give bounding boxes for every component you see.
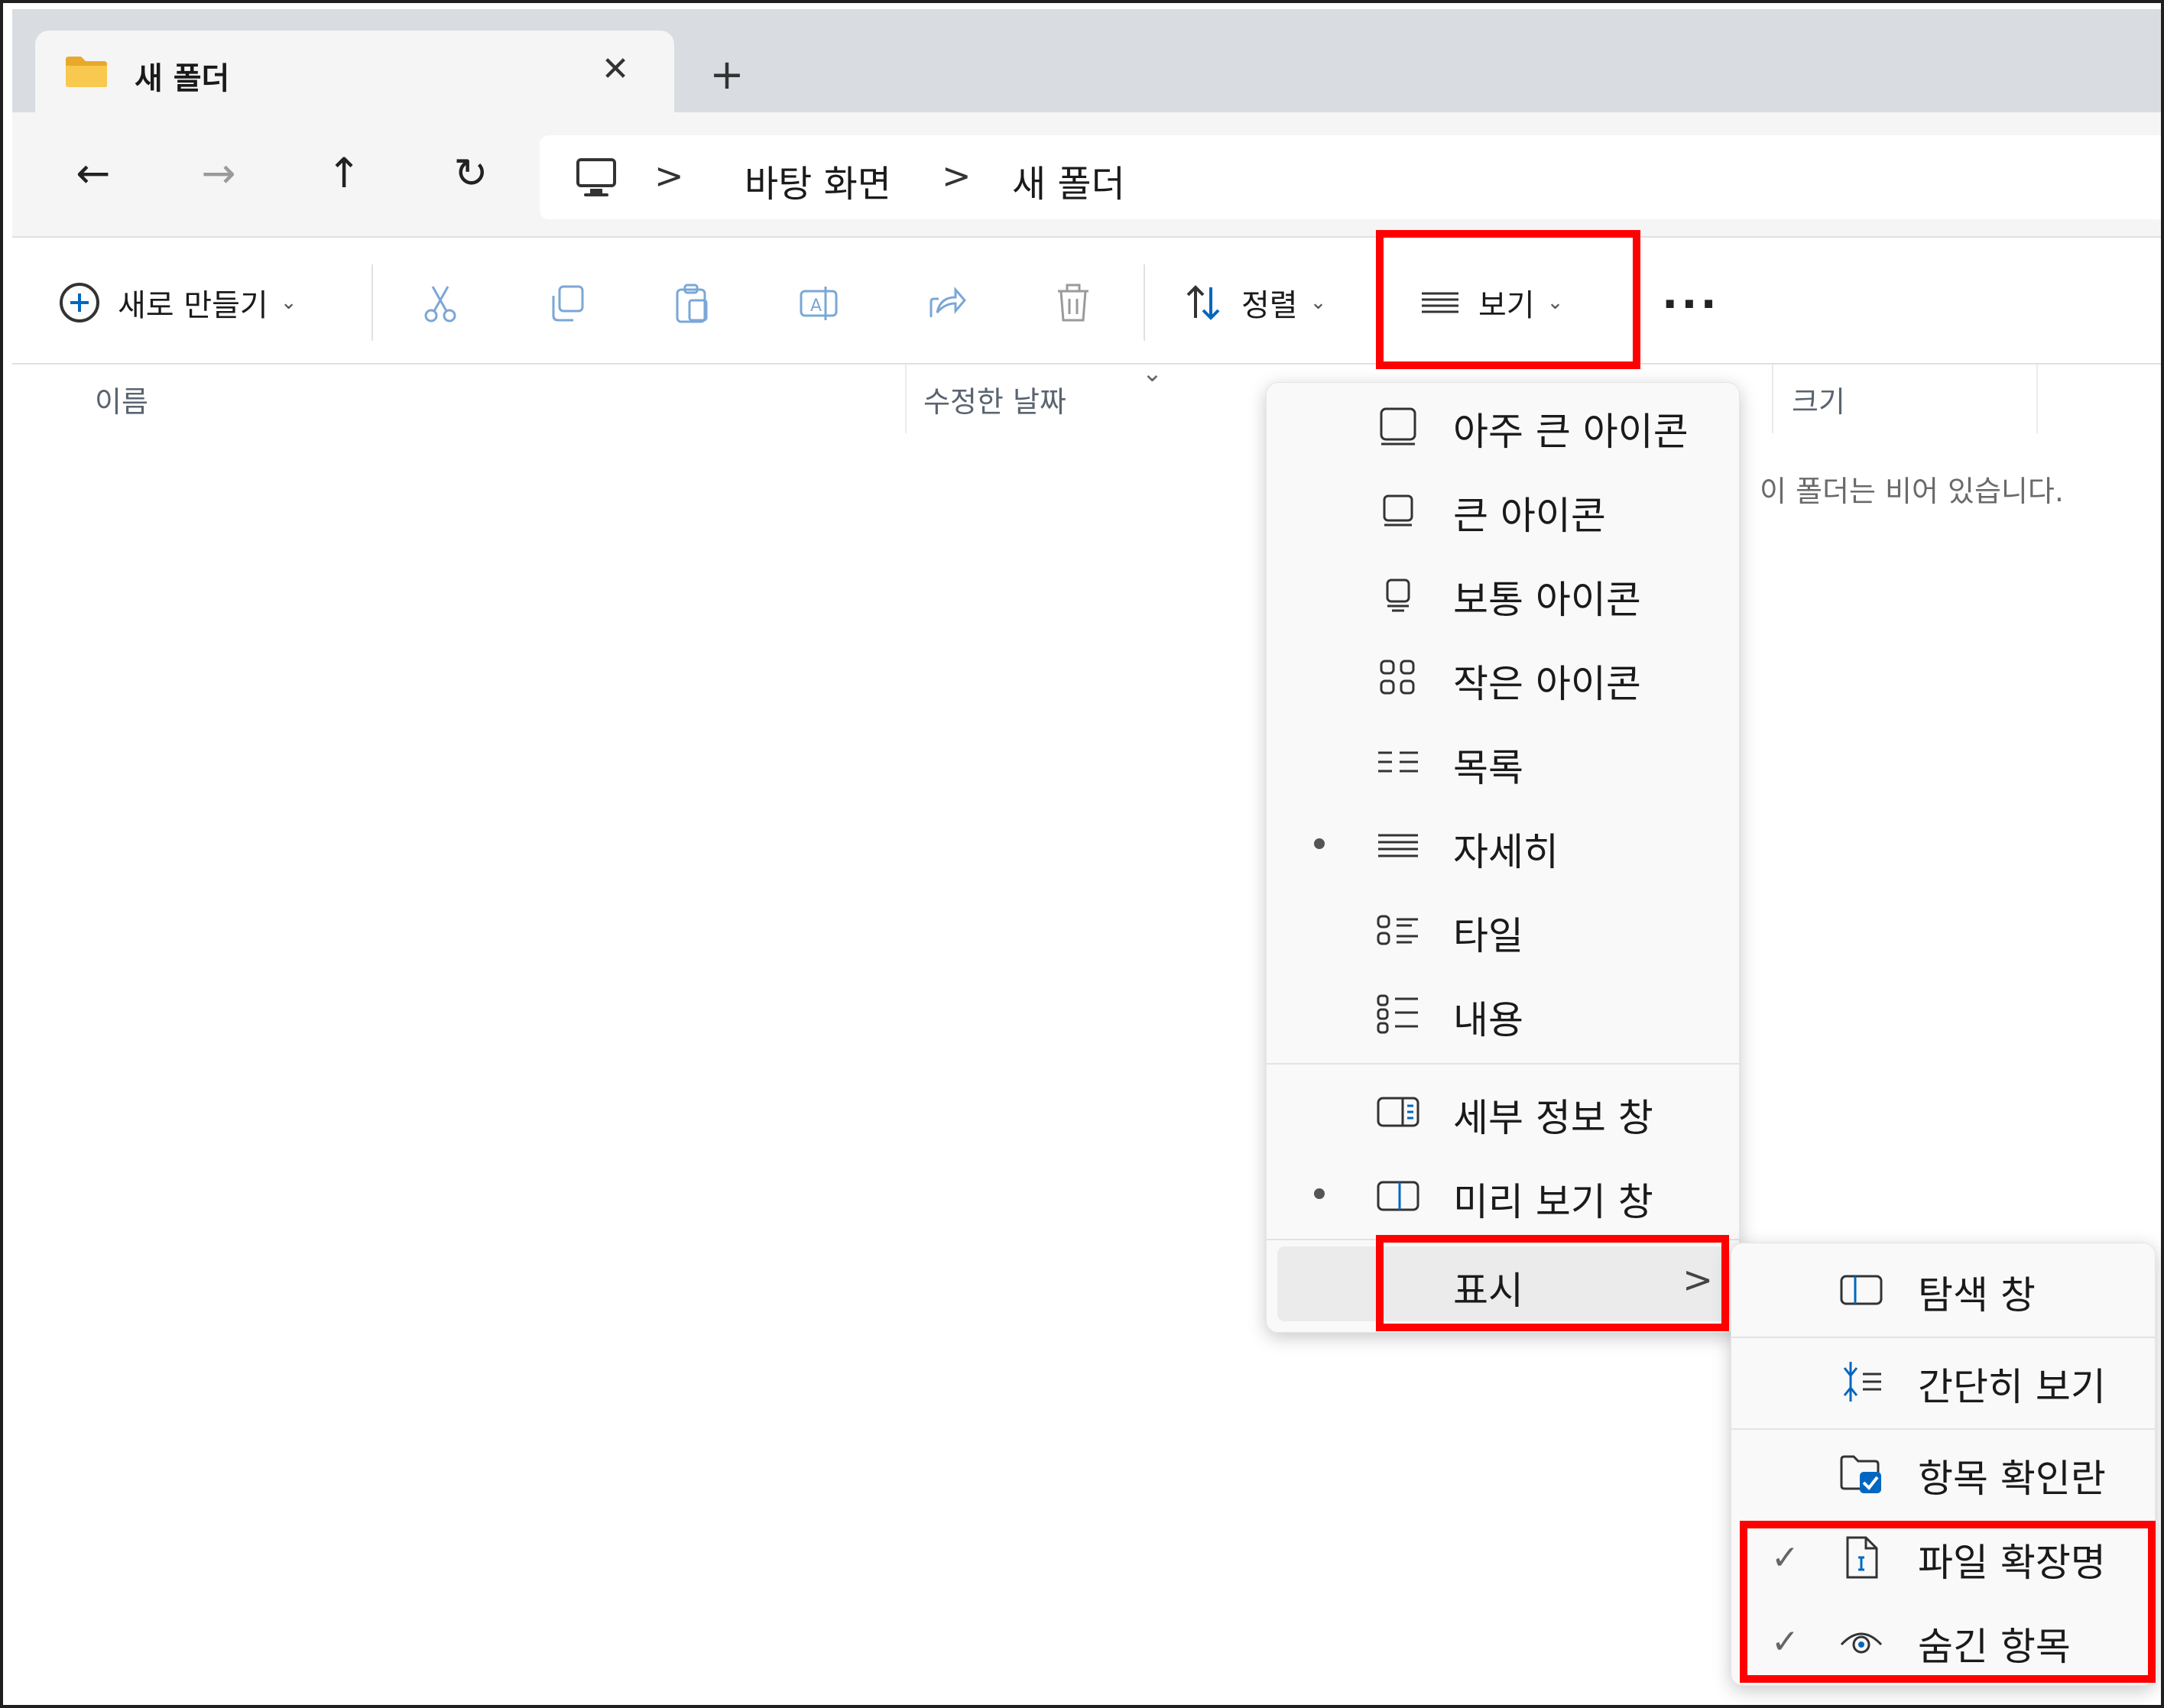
highlight-view-button	[1376, 230, 1640, 369]
column-divider[interactable]	[1772, 365, 1773, 433]
new-tab-button[interactable]: +	[704, 52, 750, 98]
menu-item-label: 큰 아이콘	[1453, 494, 1606, 538]
close-icon[interactable]: ✕	[596, 50, 634, 89]
menu-item-list[interactable]: 목록	[1267, 719, 1741, 803]
chevron-right-icon: >	[654, 155, 684, 196]
command-bar: 새로 만들기 ⌄ A 정렬 ⌄ 보기 ⌄ ···	[12, 236, 2161, 365]
sort-button-label: 정렬	[1241, 288, 1298, 323]
forward-button[interactable]: →	[188, 143, 249, 204]
medium-icons-icon	[1386, 579, 1410, 612]
highlight-show-item	[1376, 1235, 1729, 1331]
computer-icon	[576, 158, 616, 196]
submenu-item-label: 항목 확인란	[1918, 1457, 2106, 1501]
menu-item-label: 목록	[1453, 746, 1523, 790]
menu-item-details[interactable]: 자세히	[1267, 803, 1741, 887]
delete-icon[interactable]	[1052, 282, 1095, 325]
small-icons-icon	[1380, 660, 1415, 695]
address-bar[interactable]: > 바탕 화면 > 새 폴더	[540, 135, 2161, 219]
tab-strip: 새 폴더 ✕ +	[12, 9, 2161, 116]
back-button[interactable]: ←	[63, 143, 124, 204]
cut-icon[interactable]	[419, 282, 462, 325]
paste-icon[interactable]	[671, 282, 714, 325]
submenu-item-item-checkboxes[interactable]: 항목 확인란	[1731, 1431, 2156, 1515]
content-icon	[1377, 994, 1418, 1034]
chevron-right-icon: >	[942, 155, 972, 196]
chevron-down-icon: ⌄	[1309, 291, 1327, 314]
refresh-button[interactable]: ↻	[440, 143, 501, 204]
item-checkboxes-icon	[1840, 1455, 1881, 1493]
submenu-item-label: 탐색 창	[1918, 1273, 2036, 1317]
details-icon	[1378, 834, 1418, 857]
menu-item-small-icons[interactable]: 작은 아이콘	[1267, 635, 1741, 719]
column-size[interactable]: 크기	[1792, 378, 1845, 420]
menu-item-details-pane[interactable]: 세부 정보 창	[1267, 1069, 1741, 1153]
submenu-item-compact-view[interactable]: 간단히 보기	[1731, 1340, 2156, 1424]
list-icon	[1378, 751, 1418, 773]
menu-item-content[interactable]: 내용	[1267, 971, 1741, 1055]
breadcrumb-new-folder[interactable]: 새 폴더	[1012, 154, 1125, 207]
menu-item-preview-pane[interactable]: 미리 보기 창	[1267, 1153, 1741, 1237]
breadcrumb-desktop[interactable]: 바탕 화면	[745, 154, 891, 207]
toolbar-divider	[371, 264, 373, 341]
explorer-window: 새 폴더 ✕ + ← → ↑ ↻ > 바탕 화면 > 새 폴더 새로 만들기 ⌄…	[0, 0, 2164, 1708]
menu-divider	[1267, 1063, 1741, 1065]
toolbar-divider	[1144, 264, 1145, 341]
menu-item-tiles[interactable]: 타일	[1267, 887, 1741, 971]
tiles-icon	[1377, 915, 1418, 945]
menu-item-medium-icons[interactable]: 보통 아이콘	[1267, 551, 1741, 635]
tab-new-folder[interactable]: 새 폴더 ✕	[35, 31, 674, 116]
submenu-item-navigation-pane[interactable]: 탐색 창	[1731, 1248, 2156, 1332]
add-circle-icon	[60, 283, 99, 322]
large-icons-icon	[1383, 494, 1413, 527]
sort-button[interactable]: 정렬 ⌄	[1182, 276, 1326, 329]
column-modified[interactable]: 수정한 날짜	[923, 378, 1066, 420]
menu-item-label: 세부 정보 창	[1453, 1096, 1653, 1140]
share-icon[interactable]	[925, 282, 968, 325]
new-button-label: 새로 만들기	[118, 288, 268, 323]
menu-item-large-icons[interactable]: 큰 아이콘	[1267, 467, 1741, 551]
more-options-button[interactable]: ···	[1662, 280, 1720, 329]
svg-text:A: A	[810, 297, 822, 316]
up-button[interactable]: ↑	[313, 143, 375, 204]
menu-item-label: 아주 큰 아이콘	[1453, 410, 1689, 454]
column-divider[interactable]	[905, 365, 907, 433]
menu-item-label: 내용	[1453, 998, 1523, 1042]
navigation-pane-icon	[1840, 1275, 1883, 1305]
column-header: 이름 수정한 날짜 ⌄ 크기	[12, 358, 2161, 433]
empty-folder-message: 이 폴더는 비어 있습니다.	[1760, 475, 2064, 508]
menu-item-label: 보통 아이콘	[1453, 578, 1641, 622]
details-pane-icon	[1377, 1097, 1419, 1127]
menu-divider	[1731, 1337, 2156, 1338]
selected-dot-icon	[1314, 1188, 1325, 1199]
selected-dot-icon	[1314, 838, 1325, 849]
view-menu: 아주 큰 아이콘 큰 아이콘 보통 아이콘 작은 아이콘 목록 자세히 타일 내…	[1266, 382, 1741, 1333]
menu-item-label: 미리 보기 창	[1453, 1180, 1653, 1224]
copy-icon[interactable]	[546, 282, 589, 325]
rename-icon[interactable]: A	[798, 282, 841, 325]
address-row: ← → ↑ ↻ > 바탕 화면 > 새 폴더	[12, 112, 2161, 236]
extra-large-icons-icon	[1380, 407, 1416, 446]
menu-item-label: 타일	[1453, 914, 1523, 958]
chevron-down-icon: ⌄	[1142, 358, 1163, 387]
highlight-checked-items	[1740, 1521, 2156, 1683]
submenu-item-label: 간단히 보기	[1918, 1365, 2106, 1409]
compact-view-icon	[1843, 1362, 1881, 1402]
preview-pane-icon	[1377, 1181, 1419, 1211]
tab-title: 새 폴더	[135, 61, 230, 96]
menu-divider	[1731, 1428, 2156, 1430]
column-divider[interactable]	[2036, 365, 2038, 433]
menu-item-extra-large-icons[interactable]: 아주 큰 아이콘	[1267, 383, 1741, 467]
new-button[interactable]: 새로 만들기 ⌄	[58, 276, 297, 329]
chevron-down-icon: ⌄	[280, 291, 297, 314]
menu-item-label: 자세히	[1453, 830, 1559, 874]
sort-icon	[1186, 285, 1220, 320]
column-name[interactable]: 이름	[95, 378, 148, 420]
folder-icon	[66, 57, 107, 87]
menu-item-label: 작은 아이콘	[1453, 662, 1641, 706]
